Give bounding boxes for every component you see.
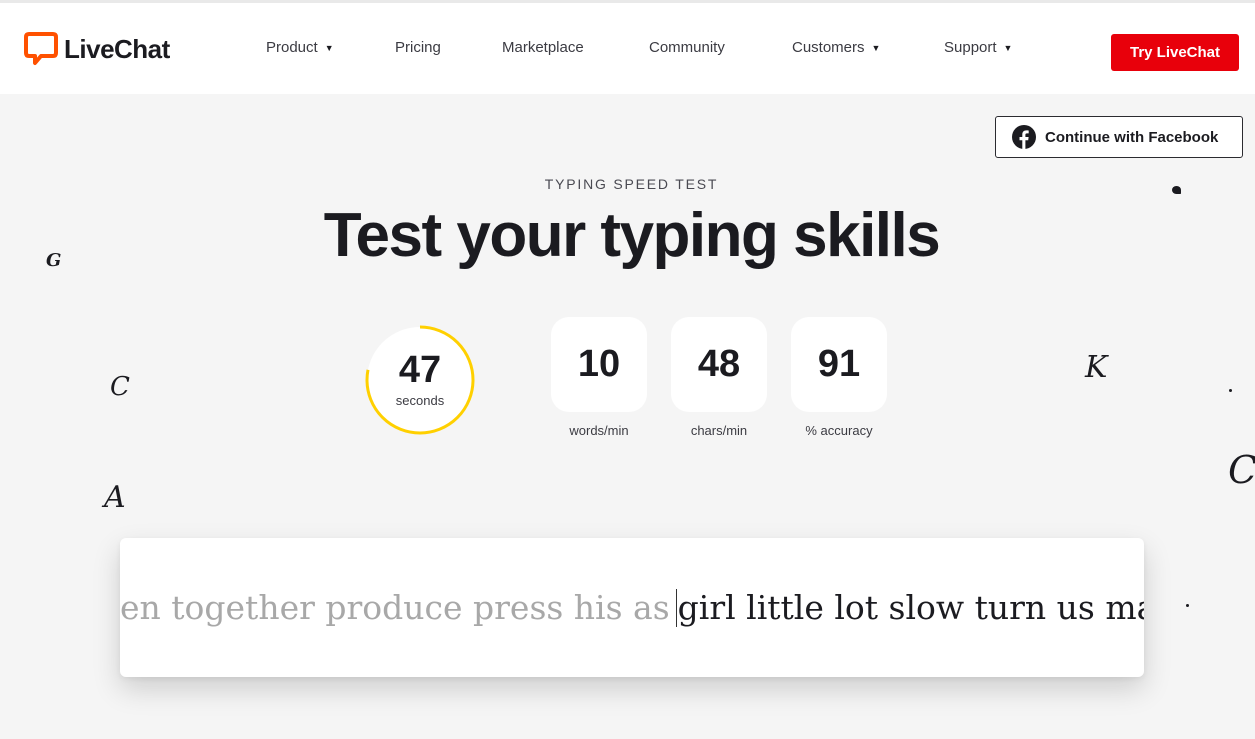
nav-item-label: Pricing bbox=[395, 39, 441, 56]
decorative-letter: C bbox=[110, 372, 130, 402]
stat-accuracy: 91 % accuracy bbox=[791, 317, 887, 438]
continue-with-facebook-button[interactable]: Continue with Facebook bbox=[995, 116, 1243, 158]
nav-item-label: Customers bbox=[792, 39, 865, 56]
stat-value: 10 bbox=[551, 317, 647, 412]
nav-item-support[interactable]: Support ▼ bbox=[944, 39, 1012, 56]
decorative-letter: K bbox=[1085, 350, 1108, 385]
nav-item-label: Product bbox=[266, 39, 318, 56]
countdown-timer: 47 seconds bbox=[365, 325, 475, 435]
nav-item-label: Support bbox=[944, 39, 997, 56]
typing-text-line: en together produce press his as girl lit… bbox=[120, 588, 1144, 628]
logo-text: LiveChat bbox=[64, 33, 170, 64]
timer-seconds-value: 47 bbox=[398, 349, 442, 391]
decorative-letter: A bbox=[104, 480, 126, 515]
chevron-down-icon: ▼ bbox=[1003, 42, 1013, 53]
top-navbar: LiveChat Product ▼ Pricing Marketplace C… bbox=[0, 0, 1255, 94]
nav-item-pricing[interactable]: Pricing bbox=[395, 39, 441, 56]
chevron-down-icon: ▼ bbox=[871, 42, 881, 53]
try-livechat-button[interactable]: Try LiveChat bbox=[1111, 34, 1239, 71]
stat-words-per-minute: 10 words/min bbox=[551, 317, 647, 438]
nav-item-product[interactable]: Product ▼ bbox=[266, 39, 334, 56]
nav-item-community[interactable]: Community bbox=[649, 39, 725, 56]
facebook-button-label: Continue with Facebook bbox=[1045, 128, 1219, 146]
upcoming-words: girl little lot slow turn us main w bbox=[677, 588, 1144, 627]
decorative-mark bbox=[1172, 186, 1181, 194]
nav-item-customers[interactable]: Customers ▼ bbox=[792, 39, 880, 56]
livechat-logo[interactable]: LiveChat bbox=[24, 31, 170, 67]
livechat-logo-icon bbox=[24, 32, 58, 65]
page-kicker: TYPING SPEED TEST bbox=[544, 176, 719, 192]
decorative-dot bbox=[1229, 389, 1232, 392]
typed-words: en together produce press his as bbox=[120, 588, 670, 627]
stat-label: % accuracy bbox=[805, 423, 873, 438]
stat-label: words/min bbox=[569, 423, 629, 438]
stat-value: 48 bbox=[671, 317, 767, 412]
decorative-letter: C bbox=[1228, 448, 1255, 492]
nav-item-label: Marketplace bbox=[502, 39, 584, 56]
chevron-down-icon: ▼ bbox=[324, 42, 334, 53]
nav-item-label: Community bbox=[649, 39, 725, 56]
typing-input-area[interactable]: en together produce press his as girl lit… bbox=[120, 538, 1144, 677]
stat-label: chars/min bbox=[690, 423, 748, 438]
timer-seconds-label: seconds bbox=[395, 393, 445, 408]
stat-chars-per-minute: 48 chars/min bbox=[671, 317, 767, 438]
decorative-dot bbox=[1186, 604, 1189, 607]
page-title: Test your typing skills bbox=[323, 201, 941, 270]
facebook-icon bbox=[1012, 125, 1036, 149]
nav-item-marketplace[interactable]: Marketplace bbox=[502, 39, 584, 56]
text-cursor bbox=[675, 589, 677, 627]
decorative-letter: G bbox=[46, 250, 62, 271]
stat-value: 91 bbox=[791, 317, 887, 412]
